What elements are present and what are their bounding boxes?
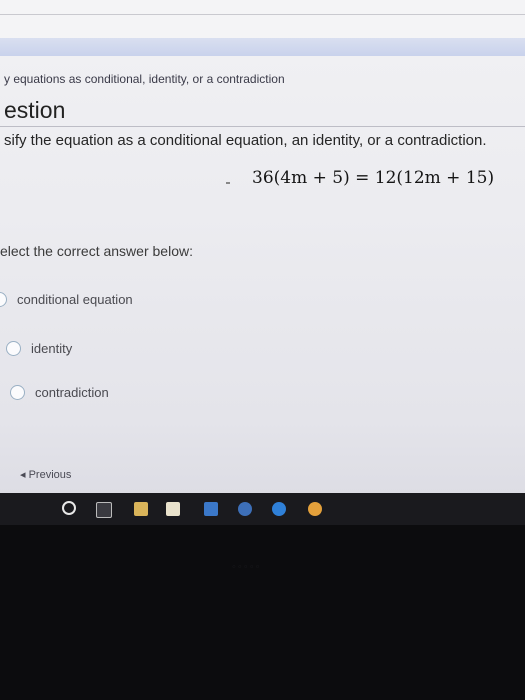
start-icon[interactable] <box>62 501 76 515</box>
store-icon[interactable] <box>166 502 180 516</box>
option-label: identity <box>31 341 73 356</box>
option-identity[interactable]: identity <box>6 341 72 356</box>
title-divider <box>0 126 525 127</box>
mail-icon[interactable] <box>204 502 218 516</box>
edge-icon[interactable] <box>272 502 286 516</box>
header-accent-bar <box>0 38 525 56</box>
option-label: contradiction <box>35 385 109 400</box>
equation: 36(4m + 5) = 12(12m + 15) <box>252 168 495 188</box>
option-label: conditional equation <box>17 292 133 307</box>
browser-screen: y equations as conditional, identity, or… <box>0 0 525 525</box>
radio-button[interactable] <box>6 341 21 356</box>
monitor-bezel: ◦◦◦◦◦ <box>0 525 525 700</box>
file-explorer-icon[interactable] <box>134 502 148 516</box>
monitor-logo: ◦◦◦◦◦ <box>232 561 262 573</box>
radio-button[interactable] <box>10 385 25 400</box>
breadcrumb: y equations as conditional, identity, or… <box>4 72 285 86</box>
option-contradiction[interactable]: contradiction <box>10 385 109 400</box>
browser-top-band <box>0 0 525 38</box>
answer-prompt: elect the correct answer below: <box>0 243 193 259</box>
taskbar <box>0 493 525 525</box>
chrome-icon[interactable] <box>308 502 322 516</box>
previous-label: Previous <box>28 469 72 481</box>
question-instruction: sify the equation as a conditional equat… <box>4 132 487 149</box>
previous-arrow-icon: ◂ <box>20 469 26 481</box>
previous-button[interactable]: ◂ Previous <box>20 468 71 481</box>
option-conditional-equation[interactable]: conditional equation <box>0 292 133 307</box>
equation-marker <box>226 182 230 184</box>
top-divider <box>0 14 525 15</box>
radio-button[interactable] <box>0 292 7 307</box>
task-view-icon[interactable] <box>96 502 112 518</box>
media-icon[interactable] <box>238 502 252 516</box>
section-title: estion <box>4 97 66 123</box>
